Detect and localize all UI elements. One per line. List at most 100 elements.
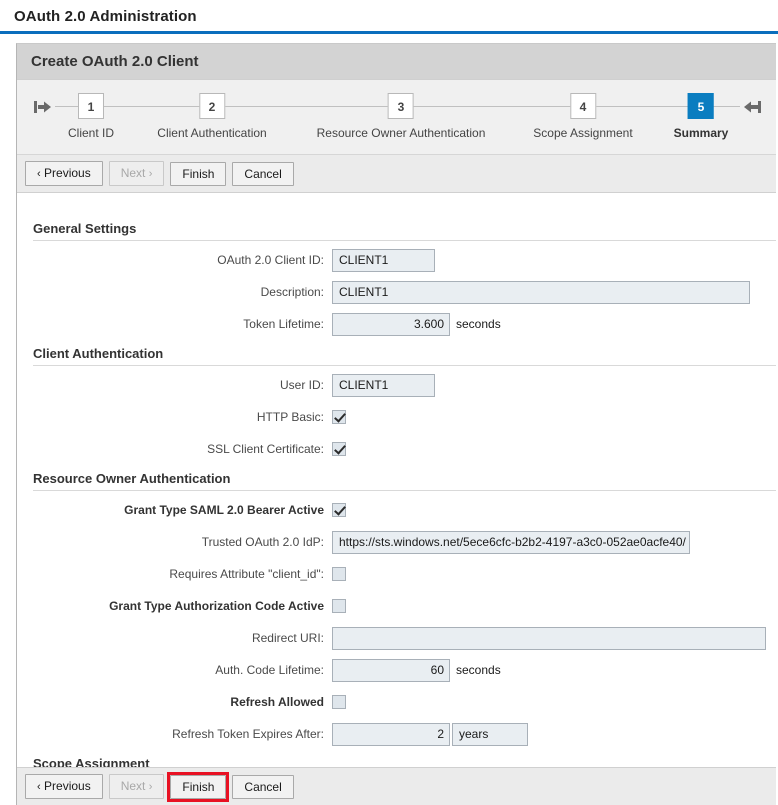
section-rule-client-auth — [33, 365, 776, 366]
row-refresh-token-expires: Refresh Token Expires After: 2 years — [17, 721, 776, 747]
page-title-bar: OAuth 2.0 Administration — [0, 0, 778, 34]
label-token-lifetime: Token Lifetime: — [17, 317, 332, 331]
label-trusted-idp: Trusted OAuth 2.0 IdP: — [17, 535, 332, 549]
wizard-step-4[interactable]: 4 Scope Assignment — [533, 93, 632, 140]
previous-button-top[interactable]: ‹ Previous — [25, 161, 103, 186]
create-client-window: Create OAuth 2.0 Client 1 — [16, 43, 776, 805]
field-redirect-uri[interactable] — [332, 627, 766, 650]
cancel-button-bottom[interactable]: Cancel — [232, 775, 293, 799]
next-button-bottom-label: Next — [121, 779, 146, 793]
label-requires-attribute-client-id: Requires Attribute "client_id": — [17, 567, 332, 581]
cancel-button-wrap-bottom: Cancel — [232, 775, 293, 799]
section-title-general-settings: General Settings — [17, 212, 776, 240]
wizard-step-3-label: Resource Owner Authentication — [317, 126, 486, 140]
page-title: OAuth 2.0 Administration — [14, 8, 197, 25]
previous-button-bottom-label: Previous — [44, 779, 91, 793]
summary-content: General Settings OAuth 2.0 Client ID: CL… — [17, 212, 776, 771]
wizard-step-5-number: 5 — [688, 93, 714, 119]
next-button-top: Next › — [109, 161, 165, 186]
row-user-id: User ID: CLIENT1 — [17, 372, 776, 398]
field-refresh-token-expires[interactable]: 2 — [332, 723, 450, 746]
wizard-toolbar-bottom: ‹ Previous Next › Finish Cancel — [17, 767, 776, 805]
wizard-step-4-label: Scope Assignment — [533, 126, 632, 140]
row-ssl-client-certificate: SSL Client Certificate: — [17, 436, 776, 462]
label-client-id: OAuth 2.0 Client ID: — [17, 253, 332, 267]
wizard-start-icon — [33, 98, 53, 116]
row-requires-attribute-client-id: Requires Attribute "client_id": — [17, 561, 776, 587]
previous-button-top-label: Previous — [44, 166, 91, 180]
finish-button-wrap-top: Finish — [170, 162, 226, 186]
next-chevron-icon-bottom: › — [149, 781, 153, 793]
wizard-steps: 1 Client ID 2 Client Authentication 3 Re… — [17, 80, 776, 155]
wizard-step-1-number: 1 — [78, 93, 104, 119]
field-client-id[interactable]: CLIENT1 — [332, 249, 435, 272]
checkbox-refresh-allowed[interactable] — [332, 695, 346, 709]
checkbox-ssl-client-certificate[interactable] — [332, 442, 346, 456]
label-refresh-token-expires: Refresh Token Expires After: — [17, 727, 332, 741]
finish-button-bottom[interactable]: Finish — [170, 775, 226, 799]
field-auth-code-lifetime[interactable]: 60 — [332, 659, 450, 682]
section-rule-resource-owner — [33, 490, 776, 491]
wizard-step-2-number: 2 — [199, 93, 225, 119]
row-description: Description: CLIENT1 — [17, 279, 776, 305]
section-rule-general — [33, 240, 776, 241]
row-authorization-code-active: Grant Type Authorization Code Active — [17, 593, 776, 619]
label-ssl-client-certificate: SSL Client Certificate: — [17, 442, 332, 456]
label-auth-code-lifetime: Auth. Code Lifetime: — [17, 663, 332, 677]
section-title-resource-owner-authentication: Resource Owner Authentication — [17, 462, 776, 490]
checkbox-http-basic[interactable] — [332, 410, 346, 424]
window-header: Create OAuth 2.0 Client — [17, 44, 776, 80]
cancel-button-wrap-top: Cancel — [232, 162, 293, 186]
previous-chevron-icon-bottom: ‹ — [37, 781, 41, 793]
wizard-step-3[interactable]: 3 Resource Owner Authentication — [317, 93, 486, 140]
wizard-step-4-number: 4 — [570, 93, 596, 119]
finish-button-highlight-box: Finish — [170, 775, 226, 799]
previous-button-wrap-top: ‹ Previous — [25, 161, 103, 186]
row-auth-code-lifetime: Auth. Code Lifetime: 60 seconds — [17, 657, 776, 683]
row-trusted-idp: Trusted OAuth 2.0 IdP: https://sts.windo… — [17, 529, 776, 555]
unit-auth-code-lifetime: seconds — [456, 663, 501, 677]
wizard-step-2-label: Client Authentication — [157, 126, 266, 140]
wizard-step-1-label: Client ID — [68, 126, 114, 140]
wizard-step-5-label: Summary — [674, 126, 729, 140]
wizard-step-3-number: 3 — [388, 93, 414, 119]
row-client-id: OAuth 2.0 Client ID: CLIENT1 — [17, 247, 776, 273]
wizard-end-icon — [742, 98, 762, 116]
label-redirect-uri: Redirect URI: — [17, 631, 332, 645]
field-user-id[interactable]: CLIENT1 — [332, 374, 435, 397]
previous-chevron-icon-top: ‹ — [37, 168, 41, 180]
row-redirect-uri: Redirect URI: — [17, 625, 776, 651]
wizard-step-1[interactable]: 1 Client ID — [68, 93, 114, 140]
label-http-basic: HTTP Basic: — [17, 410, 332, 424]
unit-token-lifetime: seconds — [456, 317, 501, 331]
cancel-button-top[interactable]: Cancel — [232, 162, 293, 186]
wizard-step-5[interactable]: 5 Summary — [674, 93, 729, 140]
field-token-lifetime[interactable]: 3.600 — [332, 313, 450, 336]
next-button-bottom: Next › — [109, 774, 165, 799]
select-refresh-token-expires-unit[interactable]: years — [452, 723, 528, 746]
row-token-lifetime: Token Lifetime: 3.600 seconds — [17, 311, 776, 337]
previous-button-bottom[interactable]: ‹ Previous — [25, 774, 103, 799]
next-button-wrap-bottom: Next › — [109, 774, 165, 799]
field-trusted-idp[interactable]: https://sts.windows.net/5ece6cfc-b2b2-41… — [332, 531, 690, 554]
window-title: Create OAuth 2.0 Client — [31, 53, 199, 70]
checkbox-requires-attribute-client-id[interactable] — [332, 567, 346, 581]
row-http-basic: HTTP Basic: — [17, 404, 776, 430]
finish-button-top[interactable]: Finish — [170, 162, 226, 186]
checkbox-authorization-code-active[interactable] — [332, 599, 346, 613]
wizard-toolbar-top: ‹ Previous Next › Finish Cancel — [17, 155, 776, 193]
label-user-id: User ID: — [17, 378, 332, 392]
label-refresh-allowed: Refresh Allowed — [17, 695, 332, 709]
label-saml-bearer-active: Grant Type SAML 2.0 Bearer Active — [17, 503, 332, 517]
checkbox-saml-bearer-active[interactable] — [332, 503, 346, 517]
wizard-step-2[interactable]: 2 Client Authentication — [157, 93, 266, 140]
next-button-wrap-top: Next › — [109, 161, 165, 186]
label-authorization-code-active: Grant Type Authorization Code Active — [17, 599, 332, 613]
field-description[interactable]: CLIENT1 — [332, 281, 750, 304]
label-description: Description: — [17, 285, 332, 299]
next-chevron-icon-top: › — [149, 168, 153, 180]
row-refresh-allowed: Refresh Allowed — [17, 689, 776, 715]
section-title-client-authentication: Client Authentication — [17, 337, 776, 365]
previous-button-wrap-bottom: ‹ Previous — [25, 774, 103, 799]
next-button-top-label: Next — [121, 166, 146, 180]
